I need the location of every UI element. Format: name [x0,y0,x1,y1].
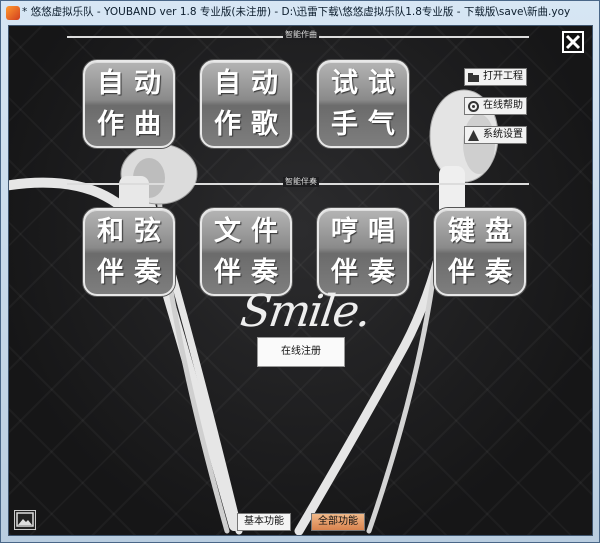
accompany-section-label: 智能伴奏 [283,177,319,187]
all-features-button[interactable]: 全部功能 [311,513,365,531]
try-luck-button[interactable]: 试试 手气 [317,60,409,148]
basic-features-button[interactable]: 基本功能 [237,513,291,531]
file-accompany-button[interactable]: 文件 伴奏 [200,208,292,296]
keyboard-accompany-button[interactable]: 键盘 伴奏 [434,208,526,296]
auto-compose-button[interactable]: 自动 作曲 [83,60,175,148]
auto-song-button[interactable]: 自动 作歌 [200,60,292,148]
folder-icon [468,73,479,82]
chord-accompany-button[interactable]: 和弦 伴奏 [83,208,175,296]
system-settings-button[interactable]: 系统设置 [464,126,527,144]
compose-section-label: 智能作曲 [283,30,319,40]
help-icon [468,101,479,112]
hum-accompany-button[interactable]: 哼唱 伴奏 [317,208,409,296]
main-panel: 智能作曲 自动 作曲 自动 作歌 试试 手气 打开工程 在线帮助 系统设置 智能… [8,25,593,536]
title-bar[interactable]: * 悠悠虚拟乐队 - YOUBAND ver 1.8 专业版(未注册) - D:… [1,1,599,25]
open-project-button[interactable]: 打开工程 [464,68,527,86]
change-background-button[interactable] [14,510,36,530]
close-icon [565,34,581,50]
image-icon [16,512,34,527]
app-window: * 悠悠虚拟乐队 - YOUBAND ver 1.8 专业版(未注册) - D:… [0,0,600,543]
close-button[interactable] [562,31,584,53]
settings-icon [468,130,479,141]
smile-decoration: Smile. [237,286,373,337]
window-title: * 悠悠虚拟乐队 - YOUBAND ver 1.8 专业版(未注册) - D:… [22,6,571,18]
app-icon [6,6,20,20]
online-help-button[interactable]: 在线帮助 [464,97,527,115]
online-register-button[interactable]: 在线注册 [257,337,345,367]
